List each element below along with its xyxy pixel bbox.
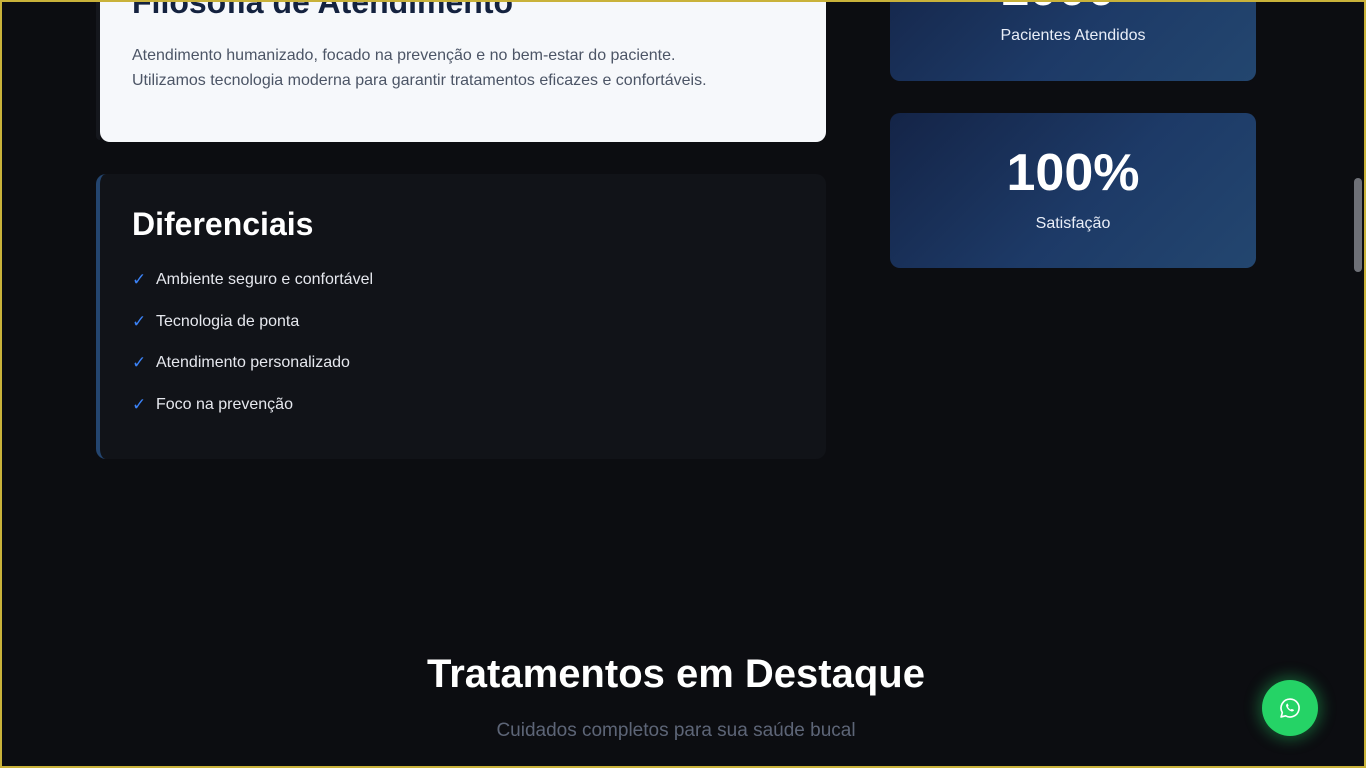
scrollbar-thumb[interactable] bbox=[1354, 178, 1362, 272]
philosophy-text-line2: Utilizamos tecnologia moderna para garan… bbox=[132, 72, 707, 89]
philosophy-text-line1: Atendimento humanizado, focado na preven… bbox=[132, 47, 676, 64]
check-icon: ✓ bbox=[132, 394, 147, 414]
stat-card-patients: 1000+ Pacientes Atendidos bbox=[890, 0, 1256, 81]
differentials-card: Diferenciais ✓ Ambiente seguro e confort… bbox=[96, 174, 826, 459]
whatsapp-icon bbox=[1280, 698, 1300, 718]
stat-number: 100% bbox=[1006, 144, 1140, 202]
differential-label: Foco na prevenção bbox=[156, 395, 293, 413]
list-item: ✓ Atendimento personalizado bbox=[132, 353, 373, 373]
stat-label: Satisfação bbox=[1035, 215, 1111, 232]
differentials-list: ✓ Ambiente seguro e confortável ✓ Tecnol… bbox=[132, 270, 373, 436]
philosophy-title: Filosofia de Atendimento bbox=[132, 0, 514, 20]
list-item: ✓ Ambiente seguro e confortável bbox=[132, 270, 373, 290]
stat-number: 1000+ bbox=[890, 0, 1256, 18]
card-accent-border bbox=[96, 0, 100, 140]
differentials-title: Diferenciais bbox=[132, 206, 314, 242]
section-title: Tratamentos em Destaque bbox=[427, 652, 925, 696]
differential-label: Ambiente seguro e confortável bbox=[156, 271, 374, 288]
check-icon: ✓ bbox=[132, 311, 147, 331]
section-subtitle: Cuidados completos para sua saúde bucal bbox=[496, 720, 856, 741]
philosophy-card: Filosofia de Atendimento Atendimento hum… bbox=[96, 0, 826, 142]
check-icon: ✓ bbox=[132, 270, 147, 289]
scrollbar-track[interactable] bbox=[1352, 0, 1364, 768]
stat-card-satisfaction: 100% Satisfação bbox=[890, 113, 1256, 268]
stat-label: Pacientes Atendidos bbox=[1000, 27, 1146, 44]
differential-label: Atendimento personalizado bbox=[156, 354, 350, 372]
list-item: ✓ Tecnologia de ponta bbox=[132, 312, 373, 332]
whatsapp-button[interactable] bbox=[1262, 680, 1318, 736]
check-icon: ✓ bbox=[132, 353, 147, 373]
differential-label: Tecnologia de ponta bbox=[156, 312, 300, 330]
philosophy-text: Atendimento humanizado, focado na preven… bbox=[132, 43, 792, 93]
list-item: ✓ Foco na prevenção bbox=[132, 395, 373, 415]
